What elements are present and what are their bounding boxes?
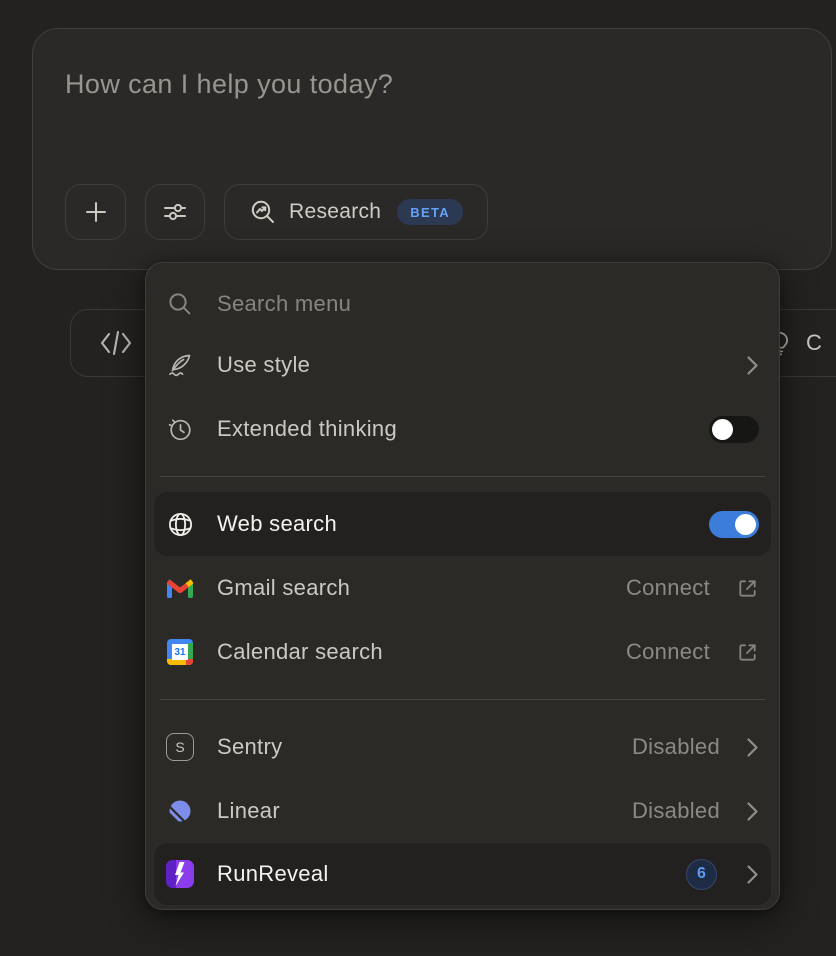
research-button[interactable]: Research BETA: [224, 184, 488, 240]
chevron-right-icon: [746, 737, 759, 758]
linear-icon: [166, 797, 194, 825]
attach-button[interactable]: [65, 184, 126, 240]
menu-item-label: Calendar search: [217, 639, 603, 665]
external-link-icon: [736, 641, 759, 664]
chevron-right-icon: [746, 864, 759, 885]
research-magnifier-icon: [249, 198, 277, 226]
composer-toolbar: Research BETA: [65, 184, 488, 240]
sliders-icon: [160, 197, 190, 227]
clock-icon: [166, 415, 194, 443]
menu-item-label: Sentry: [217, 734, 609, 760]
toggle-knob: [712, 419, 733, 440]
chevron-right-icon: [746, 355, 759, 376]
status-label: Disabled: [632, 734, 720, 760]
menu-item-label: Extended thinking: [217, 416, 686, 442]
menu-item-linear[interactable]: Linear Disabled: [146, 779, 779, 843]
external-link-icon: [736, 577, 759, 600]
quill-icon: [166, 351, 194, 379]
menu-item-runreveal[interactable]: RunReveal 6: [154, 843, 771, 905]
runreveal-icon: [166, 860, 194, 888]
menu-item-calendar-search[interactable]: 31 Calendar search Connect: [146, 620, 779, 684]
connect-label: Connect: [626, 575, 710, 601]
plus-icon: [81, 197, 111, 227]
chevron-right-icon: [746, 801, 759, 822]
menu-item-label: Web search: [217, 511, 686, 537]
web-search-toggle[interactable]: [709, 511, 759, 538]
toggle-knob: [735, 514, 756, 535]
suggestion-chip-label: C: [806, 330, 822, 356]
sentry-icon: S: [166, 733, 194, 761]
status-label: Disabled: [632, 798, 720, 824]
message-composer[interactable]: How can I help you today?: [32, 28, 832, 270]
gmail-icon: [166, 578, 194, 599]
search-icon: [166, 291, 194, 317]
tools-button[interactable]: [145, 184, 205, 240]
menu-item-label: Use style: [217, 352, 723, 378]
menu-search-row: [146, 275, 779, 333]
menu-item-label: Linear: [217, 798, 609, 824]
menu-item-web-search[interactable]: Web search: [154, 492, 771, 556]
menu-item-extended-thinking[interactable]: Extended thinking: [146, 397, 779, 461]
message-input[interactable]: How can I help you today?: [65, 69, 791, 100]
extended-thinking-toggle[interactable]: [709, 416, 759, 443]
menu-divider: [160, 699, 765, 700]
menu-item-label: Gmail search: [217, 575, 603, 601]
menu-item-sentry[interactable]: S Sentry Disabled: [146, 715, 779, 779]
code-icon: [98, 329, 134, 357]
google-calendar-icon: 31: [166, 639, 194, 665]
menu-item-gmail-search[interactable]: Gmail search Connect: [146, 556, 779, 620]
connect-label: Connect: [626, 639, 710, 665]
count-badge: 6: [686, 859, 717, 890]
menu-item-use-style[interactable]: Use style: [146, 333, 779, 397]
menu-divider: [160, 476, 765, 477]
research-label: Research: [289, 200, 381, 224]
globe-icon: [166, 510, 194, 539]
menu-search-input[interactable]: [217, 291, 759, 317]
menu-item-label: RunReveal: [217, 861, 663, 887]
beta-badge: BETA: [397, 199, 463, 225]
tools-dropdown-menu: Use style Extended thinking Web se: [145, 262, 780, 910]
